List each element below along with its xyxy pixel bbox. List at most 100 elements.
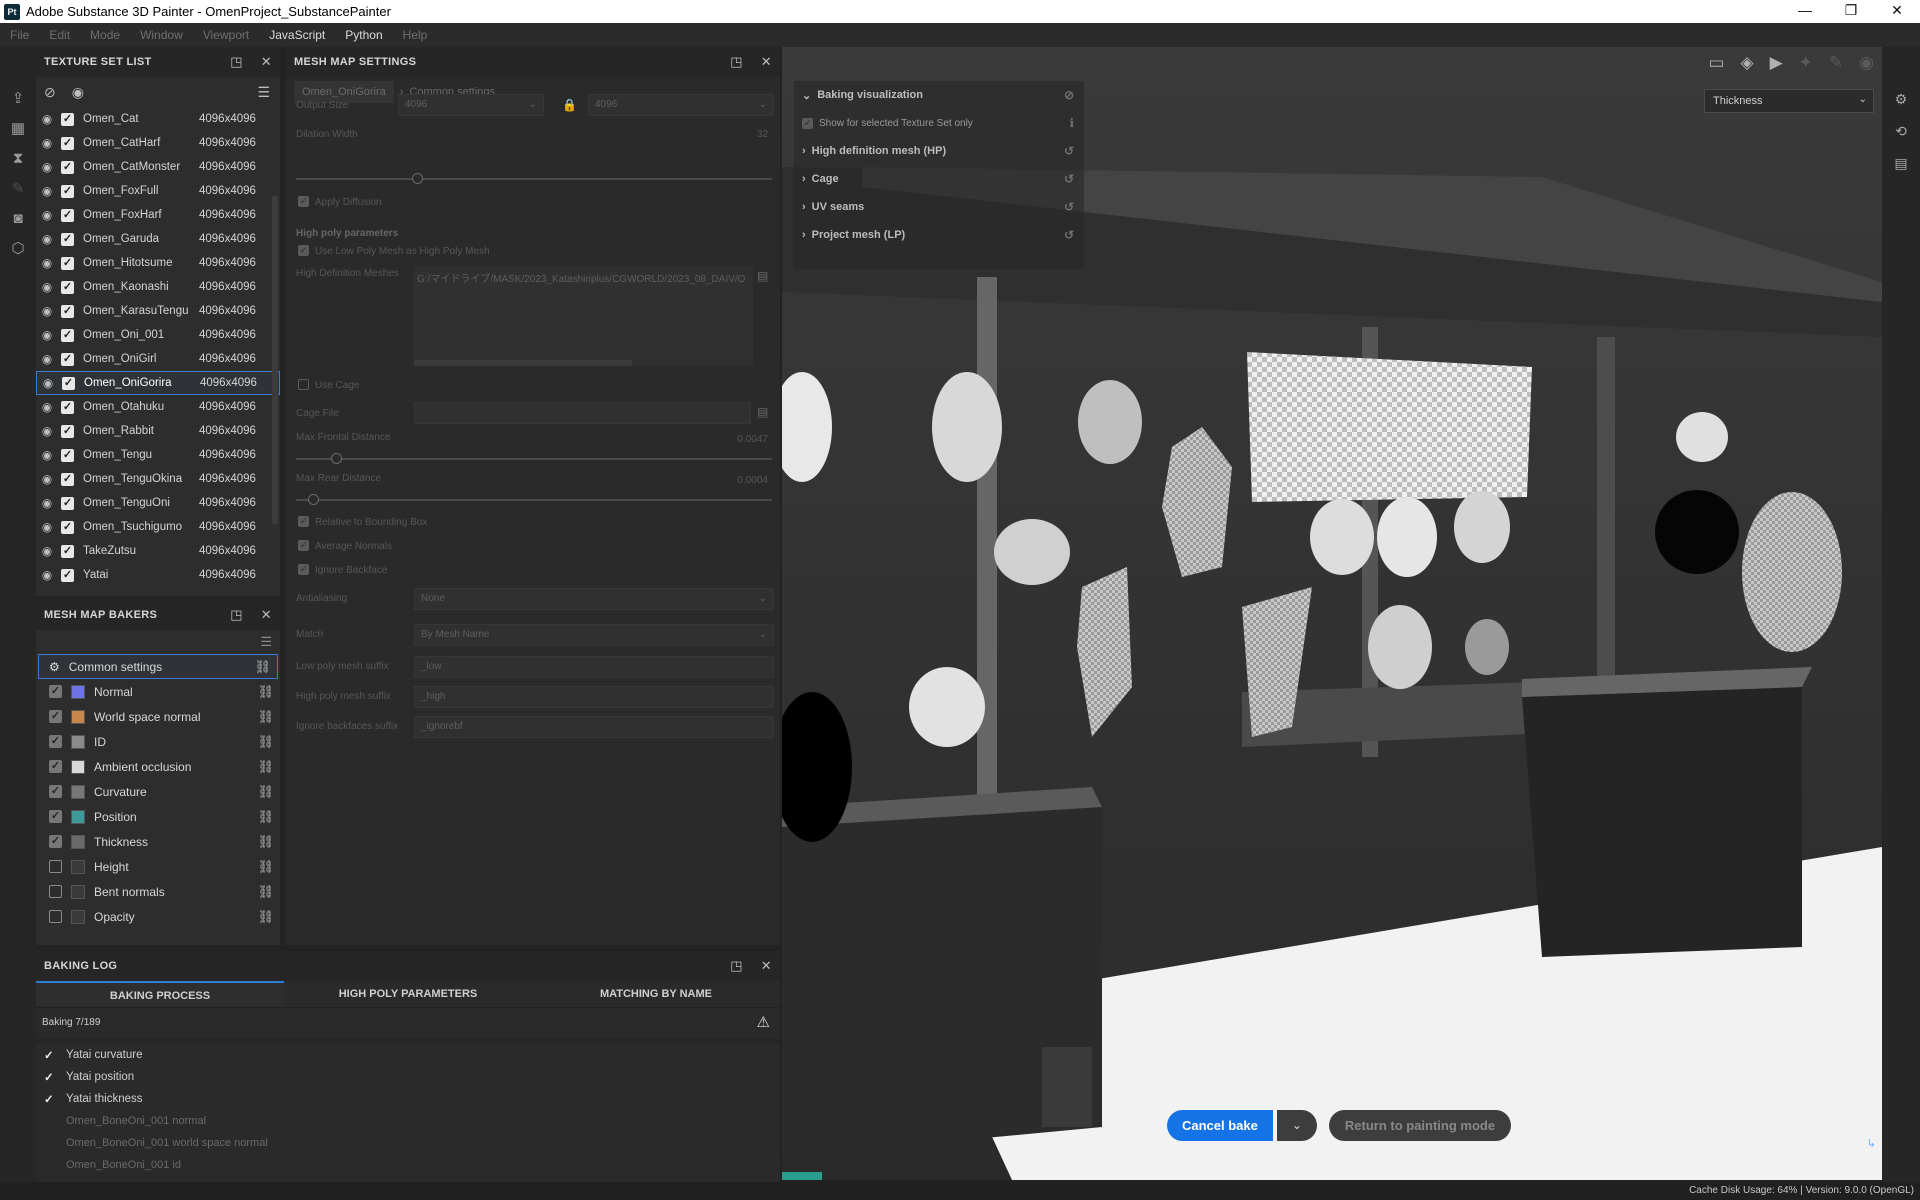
close-panel-icon[interactable]: ✕ (761, 958, 772, 974)
menu-help[interactable]: Help (393, 28, 438, 42)
cancel-bake-button[interactable]: Cancel bake (1167, 1110, 1273, 1141)
texture-set-checkbox[interactable]: ✓ (61, 352, 74, 366)
eye-icon[interactable]: ◉ (40, 184, 54, 198)
properties-icon[interactable]: ⚙ (1882, 83, 1920, 115)
baker-row[interactable]: ✓ Curvature ⛓ (36, 779, 280, 804)
section-hp-row[interactable]: › High definition mesh (HP) ↺ (794, 137, 1084, 165)
baker-checkbox[interactable]: ✓ (49, 910, 62, 923)
hide-all-icon[interactable]: ⊘ (44, 84, 56, 101)
texture-set-row[interactable]: ◉ ✓ Omen_Oni_001 4096x4096 (36, 323, 280, 347)
history-icon[interactable]: ⟲ (1882, 115, 1920, 147)
texture-set-row[interactable]: ◉ ✓ Omen_TenguOni 4096x4096 (36, 491, 280, 515)
texture-set-row[interactable]: ◉ ✓ Omen_Otahuku 4096x4096 (36, 395, 280, 419)
baker-checkbox[interactable]: ✓ (49, 710, 62, 723)
texture-set-row[interactable]: ◉ ✓ Omen_Garuda 4096x4096 (36, 227, 280, 251)
baker-checkbox[interactable]: ✓ (49, 835, 62, 848)
show-selected-checkbox[interactable]: ✓ (802, 117, 813, 129)
texture-set-checkbox[interactable]: ✓ (61, 112, 74, 126)
texture-set-row[interactable]: ◉ ✓ Omen_FoxHarf 4096x4096 (36, 203, 280, 227)
list-menu-icon[interactable]: ☰ (257, 84, 270, 101)
texture-set-checkbox[interactable]: ✓ (61, 448, 74, 462)
texture-set-checkbox[interactable]: ✓ (61, 568, 74, 582)
low-suffix-input[interactable]: _low (414, 656, 774, 678)
apply-diffusion-checkbox[interactable]: ✓ (298, 196, 309, 207)
texture-set-row[interactable]: ◉ ✓ Omen_KarasuTengu 4096x4096 (36, 299, 280, 323)
texture-set-checkbox[interactable]: ✓ (61, 256, 74, 270)
show-selected-row[interactable]: ✓ Show for selected Texture Set only ℹ (794, 109, 1084, 137)
warning-icon[interactable]: ⚠ (757, 1013, 770, 1031)
float-panel-icon[interactable]: ◳ (730, 54, 743, 70)
eye-icon[interactable]: ◉ (40, 136, 54, 150)
eye-icon[interactable]: ◉ (40, 112, 54, 126)
lock-icon[interactable]: 🔒 (562, 98, 577, 112)
texture-set-checkbox[interactable]: ✓ (61, 304, 74, 318)
bake-icon[interactable]: ◙ (0, 203, 36, 233)
baker-checkbox[interactable]: ✓ (49, 785, 62, 798)
eye-icon[interactable]: ◉ (40, 328, 54, 342)
texture-set-icon[interactable]: ▦ (0, 113, 36, 143)
eye-icon[interactable]: ◉ (40, 448, 54, 462)
baker-checkbox[interactable]: ✓ (49, 735, 62, 748)
section-lp-row[interactable]: › Project mesh (LP) ↺ (794, 221, 1084, 249)
eye-icon[interactable]: ◉ (40, 472, 54, 486)
cancel-bake-dropdown[interactable]: ⌄ (1276, 1110, 1317, 1141)
baker-checkbox[interactable]: ✓ (49, 885, 62, 898)
antialiasing-select[interactable]: None ⌄ (414, 588, 774, 610)
baker-row[interactable]: ✓ World space normal ⛓ (36, 704, 280, 729)
bakers-menu-icon[interactable]: ☰ (260, 634, 272, 650)
ignore-suffix-input[interactable]: _ignorebf (414, 716, 774, 738)
link-icon[interactable]: ⛓ (257, 859, 274, 875)
texture-set-row[interactable]: ◉ ✓ Omen_FoxFull 4096x4096 (36, 179, 280, 203)
baker-row[interactable]: ✓ Position ⛓ (36, 804, 280, 829)
texture-set-row[interactable]: ◉ ✓ Omen_Kaonashi 4096x4096 (36, 275, 280, 299)
texture-set-row[interactable]: ◉ ✓ TakeZutsu 4096x4096 (36, 539, 280, 563)
eye-icon[interactable]: ◉ (40, 208, 54, 222)
float-panel-icon[interactable]: ◳ (230, 54, 243, 70)
eye-icon[interactable]: ◉ (40, 160, 54, 174)
link-icon[interactable]: ⛓ (257, 759, 274, 775)
eye-icon[interactable]: ◉ (40, 544, 54, 558)
link-icon[interactable]: ⛓ (257, 784, 274, 800)
channel-select[interactable]: Thickness ⌄ (1704, 89, 1874, 113)
baker-row[interactable]: ✓ Opacity ⛓ (36, 904, 280, 929)
baker-checkbox[interactable]: ✓ (49, 810, 62, 823)
shelf-icon[interactable]: ⬡ (0, 233, 36, 263)
reset-icon[interactable]: ↺ (1064, 200, 1074, 214)
match-select[interactable]: By Mesh Name ⌄ (414, 624, 774, 646)
screenshot-icon[interactable]: ◉ (1859, 53, 1874, 73)
texture-set-checkbox[interactable]: ✓ (61, 328, 74, 342)
common-settings-row[interactable]: ⚙ Common settings ⛓ (38, 654, 278, 679)
dilation-slider-knob[interactable] (412, 173, 423, 184)
eye-icon[interactable]: ◉ (40, 496, 54, 510)
close-panel-icon[interactable]: ✕ (761, 54, 772, 70)
eye-icon[interactable]: ◉ (40, 520, 54, 534)
return-to-painting-button[interactable]: Return to painting mode (1328, 1110, 1512, 1141)
texture-set-checkbox[interactable]: ✓ (61, 232, 74, 246)
display-icon[interactable]: ▭ (1708, 53, 1724, 73)
export-icon[interactable]: ⇪ (0, 83, 36, 113)
max-rear-slider-knob[interactable] (308, 494, 319, 505)
link-icon[interactable]: ⛓ (257, 834, 274, 850)
brush-icon[interactable]: ✎ (0, 173, 36, 203)
reset-icon[interactable]: ↺ (1064, 172, 1074, 186)
texture-set-row[interactable]: ◉ ✓ Yatai 4096x4096 (36, 563, 280, 587)
texture-set-checkbox[interactable]: ✓ (61, 496, 74, 510)
link-icon[interactable]: ⛓ (257, 734, 274, 750)
show-all-icon[interactable]: ◉ (72, 84, 84, 101)
texture-set-checkbox[interactable]: ✓ (61, 208, 74, 222)
texture-set-checkbox[interactable]: ✓ (61, 280, 74, 294)
texture-set-checkbox[interactable]: ✓ (61, 184, 74, 198)
info-icon[interactable]: ℹ (1069, 116, 1074, 130)
close-panel-icon[interactable]: ✕ (261, 607, 272, 623)
texture-set-row[interactable]: ◉ ✓ Omen_Tsuchigumo 4096x4096 (36, 515, 280, 539)
baker-checkbox[interactable]: ✓ (49, 685, 62, 698)
tab-baking-process[interactable]: BAKING PROCESS (36, 981, 284, 1007)
cage-file-browse-icon[interactable]: ▤ (757, 405, 768, 419)
high-suffix-input[interactable]: _high (414, 686, 774, 708)
section-cage-row[interactable]: › Cage ↺ (794, 165, 1084, 193)
texture-set-row[interactable]: ◉ ✓ Omen_Hitotsume 4096x4096 (36, 251, 280, 275)
average-normals-checkbox[interactable]: ✓ (298, 540, 309, 551)
scrollbar[interactable] (272, 195, 278, 525)
baker-row[interactable]: ✓ Normal ⛓ (36, 679, 280, 704)
baking-vis-title-row[interactable]: ⌄ Baking visualization ⊘ (794, 81, 1084, 109)
